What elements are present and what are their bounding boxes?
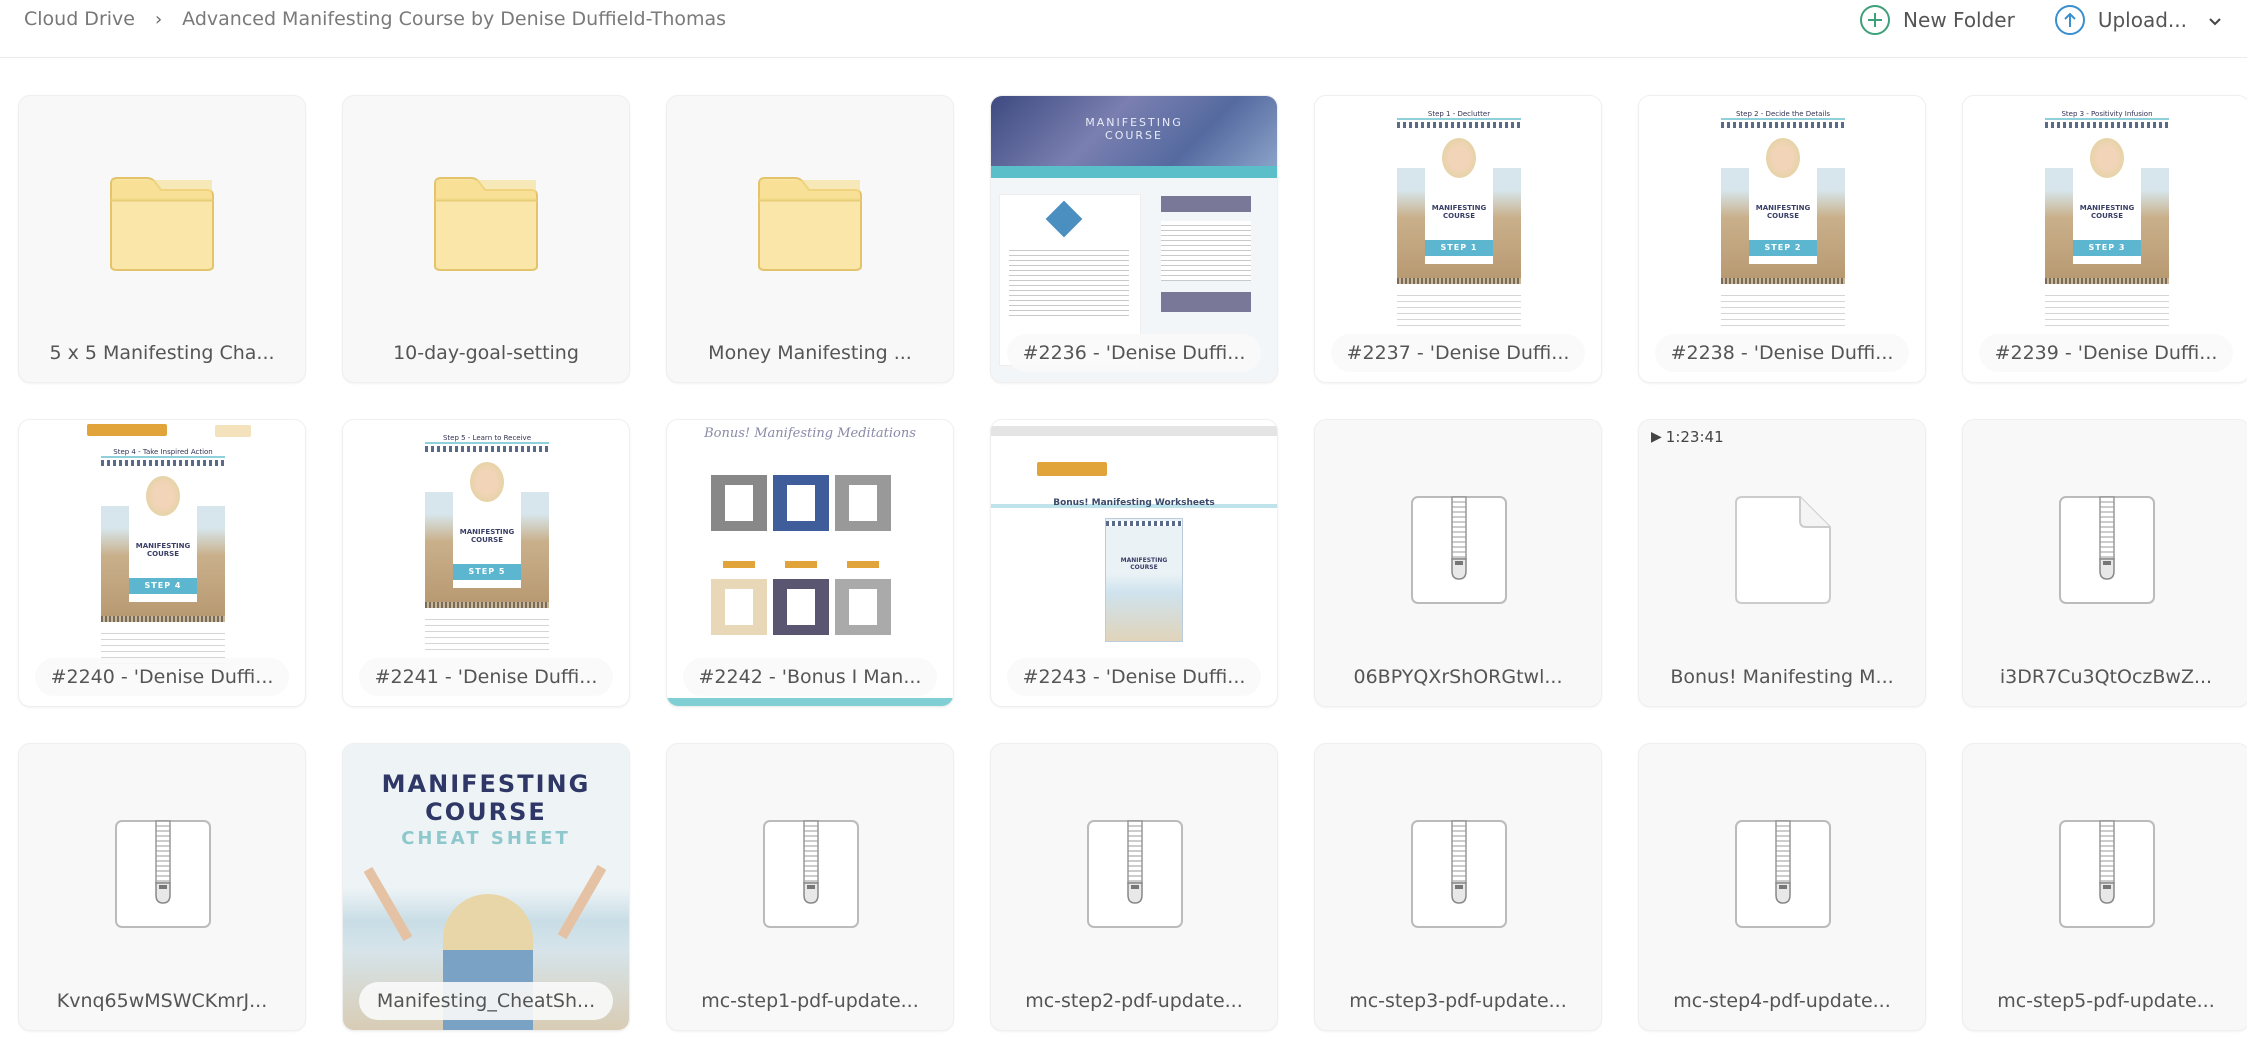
file-name: mc-step1-pdf-update... [701,990,919,1012]
file-tile-image[interactable]: Bonus! Manifesting Meditations #2242 - '… [666,419,954,707]
file-tile-folder[interactable]: 5 x 5 Manifesting Cha... [18,95,306,383]
file-name: mc-step5-pdf-update... [1997,990,2215,1012]
file-name: #2240 - 'Denise Duffi... [35,658,289,696]
file-name: #2238 - 'Denise Duffi... [1655,334,1909,372]
file-tile-image[interactable]: Step 3 - Positivity Infusion MANIFESTING… [1962,95,2247,383]
new-folder-label: New Folder [1903,8,2015,32]
zip-archive-icon [1410,495,1508,605]
zip-archive-icon [2058,819,2156,929]
file-tile-image[interactable]: Step 1 - Declutter MANIFESTING COURSE STE… [1314,95,1602,383]
folder-icon [431,174,541,274]
file-tile-image[interactable]: MANIFESTING COURSE #2236 - 'Denise Duffi.… [990,95,1278,383]
worksheet-cover: MANIFESTING COURSE [1105,518,1183,642]
portrait-photo [470,462,504,502]
file-tile-folder[interactable]: Money Manifesting ... [666,95,954,383]
file-name: i3DR7Cu3QtOczBwZ... [1999,666,2213,688]
step-badge: STEP 5 [453,564,521,580]
file-grid: 5 x 5 Manifesting Cha... 10-day-goal-sett… [18,95,2247,1031]
meditation-cover [711,579,767,635]
file-tile-image[interactable]: Bonus! Manifesting Worksheets MANIFESTIN… [990,419,1278,707]
portrait-photo [1442,138,1476,178]
file-name: Manifesting_CheatSh... [359,982,613,1020]
play-icon: ▶ [1651,429,1662,445]
file-tile-folder[interactable]: 10-day-goal-setting [342,95,630,383]
portrait-photo [2090,138,2124,178]
step-badge: STEP 3 [2073,240,2141,256]
zip-archive-icon [762,819,860,929]
file-name: #2241 - 'Denise Duffi... [359,658,613,696]
step-title: Step 3 - Positivity Infusion [2045,110,2169,120]
breadcrumb-root[interactable]: Cloud Drive [24,8,135,30]
file-tile-image[interactable]: Step 5 - Learn to Receive MANIFESTING COU… [342,419,630,707]
file-name: 5 x 5 Manifesting Cha... [49,342,275,364]
file-tile-image[interactable]: MANIFESTING COURSE CHEAT SHEET Manifesti… [342,743,630,1031]
new-folder-button[interactable]: New Folder [1860,5,2015,35]
folder-icon [107,174,217,274]
meditation-cover [773,579,829,635]
meditation-cover [835,579,891,635]
breadcrumb-separator-icon: › [154,8,163,30]
file-name: 10-day-goal-setting [393,342,579,364]
file-tile-video[interactable]: ▶ 1:23:41 Bonus! Manifesting M... [1638,419,1926,707]
file-name: mc-step2-pdf-update... [1025,990,1243,1012]
file-name: #2236 - 'Denise Duffi... [1007,334,1261,372]
plus-circle-icon [1860,5,1891,35]
file-tile-zip[interactable]: 06BPYQXrShORGtwl... [1314,419,1602,707]
file-name: Bonus! Manifesting M... [1670,666,1894,688]
step-badge: STEP 1 [1425,240,1493,256]
file-tile-image[interactable]: Step 4 - Take Inspired Action MANIFESTIN… [18,419,306,707]
meditation-cover [711,475,767,531]
step-badge: STEP 4 [129,578,197,594]
file-name: Money Manifesting ... [708,342,912,364]
galaxy-banner: MANIFESTING COURSE [991,96,1277,166]
step-title: Step 4 - Take Inspired Action [101,448,225,458]
file-tile-zip[interactable]: i3DR7Cu3QtOczBwZ... [1962,419,2247,707]
portrait-photo [146,476,180,516]
file-tile-zip[interactable]: mc-step4-pdf-update... [1638,743,1926,1031]
file-name: #2237 - 'Denise Duffi... [1331,334,1585,372]
file-tile-zip[interactable]: mc-step2-pdf-update... [990,743,1278,1031]
file-name: #2243 - 'Denise Duffi... [1007,658,1261,696]
folder-icon [755,174,865,274]
file-name: Kvnq65wMSWCKmrJ... [56,990,268,1012]
meditation-cover [773,475,829,531]
file-name: mc-step4-pdf-update... [1673,990,1891,1012]
zip-archive-icon [114,819,212,929]
video-duration: ▶ 1:23:41 [1651,428,1724,446]
file-tile-image[interactable]: Step 2 - Decide the Details MANIFESTING C… [1638,95,1926,383]
upload-label: Upload... [2097,8,2187,32]
zip-archive-icon [1734,819,1832,929]
step-title: Step 1 - Declutter [1397,110,1521,120]
step-badge: STEP 2 [1749,240,1817,256]
upload-button[interactable]: Upload... [2054,5,2221,35]
chevron-down-icon[interactable] [2209,11,2221,30]
step-title: Step 5 - Learn to Receive [425,434,549,444]
top-bar: Cloud Drive › Advanced Manifesting Cours… [0,0,2247,58]
step-title: Step 2 - Decide the Details [1721,110,1845,120]
toolbar-actions: New Folder Upload... [1820,5,2221,35]
file-name: #2242 - 'Bonus I Man... [683,658,937,696]
zip-archive-icon [1086,819,1184,929]
file-tile-zip[interactable]: mc-step1-pdf-update... [666,743,954,1031]
zip-archive-icon [1410,819,1508,929]
file-name: 06BPYQXrShORGtwl... [1353,666,1563,688]
generic-file-icon [1734,495,1832,605]
breadcrumb: Cloud Drive › Advanced Manifesting Cours… [24,8,726,30]
zip-archive-icon [2058,495,2156,605]
portrait-photo [1766,138,1800,178]
upload-arrow-icon [2054,5,2085,35]
file-name: #2239 - 'Denise Duffi... [1979,334,2233,372]
file-tile-zip[interactable]: Kvnq65wMSWCKmrJ... [18,743,306,1031]
file-tile-zip[interactable]: mc-step5-pdf-update... [1962,743,2247,1031]
file-tile-zip[interactable]: mc-step3-pdf-update... [1314,743,1602,1031]
meditation-cover [835,475,891,531]
file-name: mc-step3-pdf-update... [1349,990,1567,1012]
breadcrumb-current: Advanced Manifesting Course by Denise Du… [182,8,727,30]
